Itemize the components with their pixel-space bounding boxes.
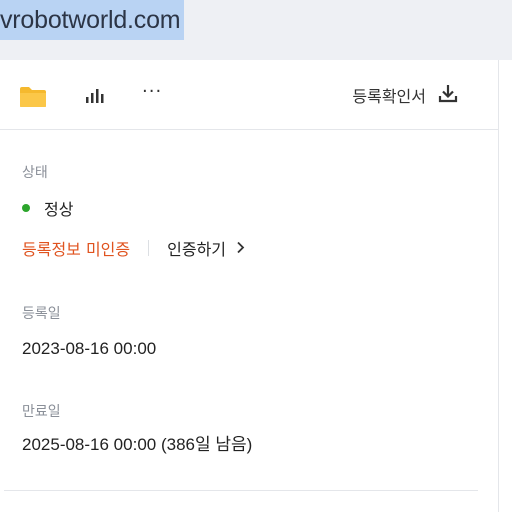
address-bar: vrobotworld.com xyxy=(0,0,512,60)
chevron-right-icon xyxy=(236,239,245,258)
registered-date: 2023-08-16 00:00 xyxy=(22,339,157,358)
domain-text[interactable]: vrobotworld.com xyxy=(0,0,185,40)
download-icon xyxy=(438,83,458,107)
domain-info-panel: ··· 등록확인서 상태 정상 등록정보 미인증 인증하기 등록일 2023-0… xyxy=(0,60,498,512)
expiry-label: 만료일 xyxy=(22,404,61,420)
status-row: 정상 xyxy=(22,197,73,219)
verify-link-label: 인증하기 xyxy=(167,240,227,259)
bar-chart-icon[interactable] xyxy=(86,87,104,107)
status-label: 상태 xyxy=(22,165,48,181)
unverified-label: 등록정보 미인증 xyxy=(22,240,131,259)
registered-label: 등록일 xyxy=(22,306,61,322)
verification-row: 등록정보 미인증 인증하기 xyxy=(22,236,245,260)
side-panel-edge xyxy=(498,60,512,512)
expiry-date: 2025-08-16 00:00 (386일 남음) xyxy=(22,435,253,454)
verify-link[interactable]: 인증하기 xyxy=(167,236,245,260)
status-dot xyxy=(22,204,30,212)
download-certificate-button[interactable]: 등록확인서 xyxy=(352,82,458,108)
status-value: 정상 xyxy=(44,200,74,219)
more-options-icon[interactable]: ··· xyxy=(142,82,162,102)
divider xyxy=(148,240,150,256)
toolbar: ··· 등록확인서 xyxy=(0,60,498,130)
folder-icon[interactable] xyxy=(19,86,47,112)
download-certificate-label: 등록확인서 xyxy=(352,87,426,106)
divider xyxy=(4,490,478,491)
